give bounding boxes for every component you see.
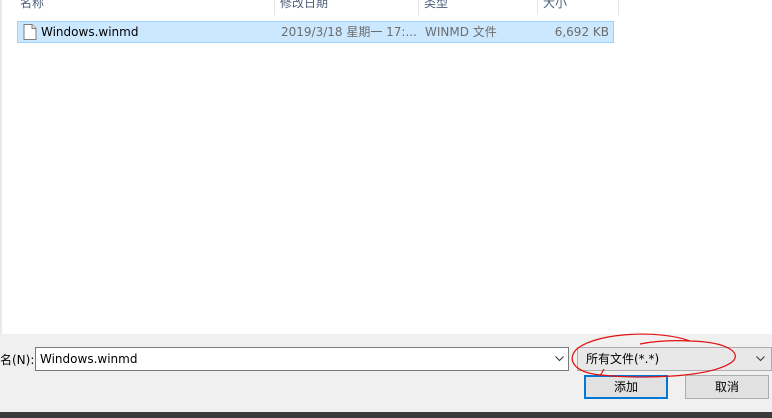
filename-label: 名(N): [0,353,35,367]
dialog-footer: 名(N): Windows.winmd 所有文件(*.*) 添加 取消 [0,334,772,418]
file-name: Windows.winmd [41,25,139,39]
file-modified-date: 2019/3/18 星期一 17:... [281,25,417,39]
file-row[interactable]: Windows.winmd 2019/3/18 星期一 17:... WINMD… [17,21,614,43]
add-button[interactable]: 添加 [584,375,668,399]
chevron-down-icon[interactable] [551,348,568,370]
file-list-pane[interactable]: 名称 修改日期 类型 大小 Windows.winmd 2019/3/18 星期… [0,0,772,334]
file-type-filter-value: 所有文件(*.*) [586,352,660,366]
column-header-type[interactable]: 类型 [424,0,448,15]
pane-left-edge [0,0,2,334]
file-type-filter-select[interactable]: 所有文件(*.*) [577,347,772,371]
column-header-date[interactable]: 修改日期 [280,0,328,15]
filename-combobox[interactable]: Windows.winmd [35,347,569,371]
column-separator[interactable] [537,0,538,15]
column-header-name[interactable]: 名称 [20,0,44,15]
cancel-button[interactable]: 取消 [685,375,769,399]
taskbar-edge [0,412,772,418]
chevron-down-icon[interactable] [752,348,769,370]
column-separator[interactable] [418,0,419,15]
column-separator[interactable] [618,0,619,15]
column-header-size[interactable]: 大小 [543,0,567,15]
file-type: WINMD 文件 [425,25,497,39]
file-size: 6,692 KB [554,25,609,39]
file-icon [23,24,37,40]
column-separator[interactable] [274,0,275,15]
filename-value[interactable]: Windows.winmd [40,348,137,370]
